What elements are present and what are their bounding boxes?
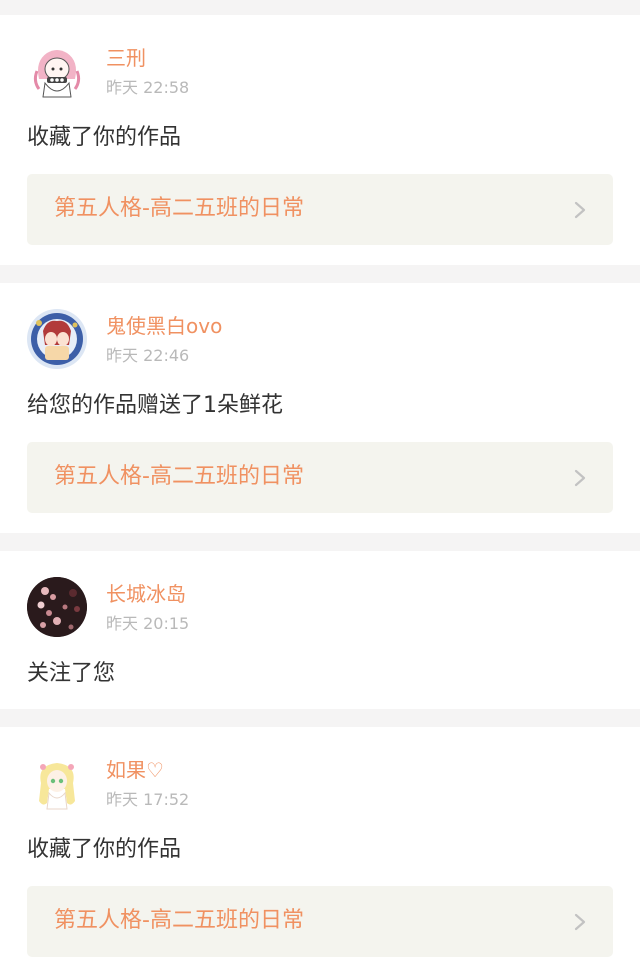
action-text: 收藏了你的作品	[27, 837, 182, 862]
notification-header: 如果♡ 昨天 17:52	[27, 751, 613, 813]
notification-card: 长城冰岛 昨天 20:15 关注了您	[0, 551, 640, 709]
notification-feed: 三刑 昨天 22:58 收藏了你的作品 第五人格-高二五班的日常 鬼使黑白ovo…	[0, 0, 640, 965]
avatar[interactable]	[27, 753, 87, 813]
work-link[interactable]: 第五人格-高二五班的日常	[27, 174, 613, 245]
work-title: 第五人格-高二五班的日常	[54, 196, 304, 221]
user-name[interactable]: 鬼使黑白ovo	[106, 313, 222, 339]
user-name[interactable]: 如果♡	[106, 757, 164, 783]
notification-header: 长城冰岛 昨天 20:15	[27, 575, 613, 637]
avatar[interactable]	[27, 309, 87, 369]
anime-characters-blue-avatar-icon	[27, 309, 87, 369]
avatar[interactable]	[27, 41, 87, 101]
dark-blossom-photo-avatar-icon	[27, 577, 87, 637]
user-name[interactable]: 三刑	[106, 45, 146, 71]
action-text: 收藏了你的作品	[27, 125, 182, 150]
timestamp: 昨天 22:58	[106, 78, 190, 97]
work-title: 第五人格-高二五班的日常	[54, 464, 304, 489]
notification-card: 三刑 昨天 22:58 收藏了你的作品 第五人格-高二五班的日常	[0, 15, 640, 265]
timestamp: 昨天 17:52	[106, 790, 190, 809]
work-link[interactable]: 第五人格-高二五班的日常	[27, 442, 613, 513]
chevron-right-icon	[573, 200, 587, 220]
action-text: 给您的作品赠送了1朵鲜花	[27, 393, 283, 418]
notification-header: 鬼使黑白ovo 昨天 22:46	[27, 307, 613, 369]
chevron-right-icon	[573, 468, 587, 488]
notification-card: 鬼使黑白ovo 昨天 22:46 给您的作品赠送了1朵鲜花 第五人格-高二五班的…	[0, 283, 640, 533]
work-title: 第五人格-高二五班的日常	[54, 908, 304, 933]
user-name[interactable]: 长城冰岛	[106, 581, 186, 607]
timestamp: 昨天 22:46	[106, 346, 190, 365]
chevron-right-icon	[573, 912, 587, 932]
anime-girl-pink-hair-avatar-icon	[27, 41, 87, 101]
timestamp: 昨天 20:15	[106, 614, 190, 633]
notification-card: 如果♡ 昨天 17:52 收藏了你的作品 第五人格-高二五班的日常	[0, 727, 640, 965]
avatar[interactable]	[27, 577, 87, 637]
anime-girl-blonde-avatar-icon	[27, 753, 87, 813]
action-text: 关注了您	[27, 661, 116, 686]
work-link[interactable]: 第五人格-高二五班的日常	[27, 886, 613, 957]
notification-header: 三刑 昨天 22:58	[27, 39, 613, 101]
